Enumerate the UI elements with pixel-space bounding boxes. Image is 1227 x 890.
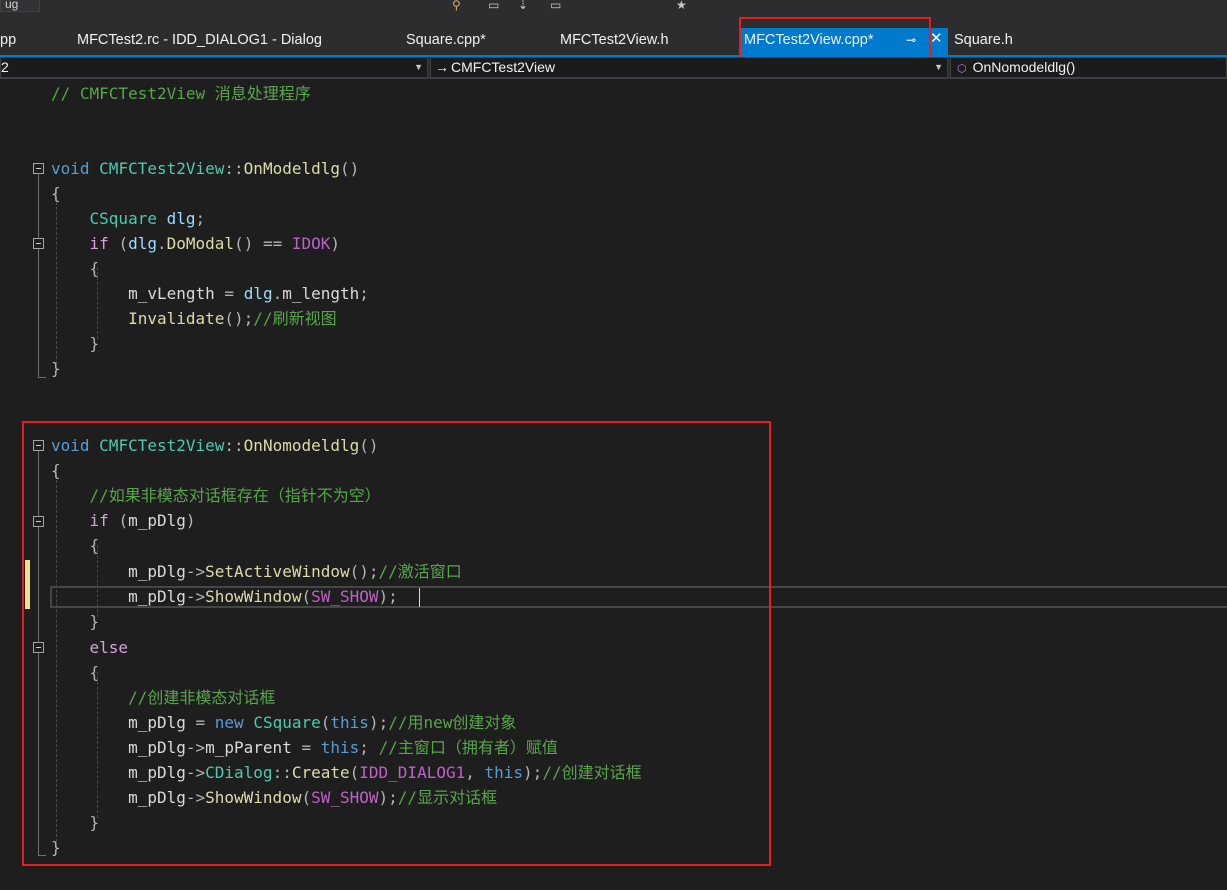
step-icon[interactable]: ⇣ [518,0,528,11]
tab-label: Square.cpp* [406,32,486,48]
code-line: } [51,359,61,378]
chevron-down-icon: ▼ [934,62,943,72]
document-tab-bar: pp MFCTest2.rc - IDD_DIALOG1 - Dialog Sq… [0,20,1227,57]
bookmark-icon[interactable]: ★ [676,0,687,11]
member-label: OnNomodeldlg() [972,59,1076,75]
navigation-bar: 2 ▼ → CMFCTest2View ▼ ⬡ OnNomodeldlg() [0,57,1227,79]
tab-label: pp [0,32,17,48]
project-dropdown[interactable]: 2 ▼ [0,57,428,78]
code-line: { [51,184,61,203]
arrow-right-icon: → [435,59,449,75]
scope-dropdown[interactable]: → CMFCTest2View ▼ [430,57,948,78]
chevron-down-icon: ▼ [414,62,423,72]
tab-square-h[interactable]: Square.h [954,30,1013,57]
tab-label: Square.h [954,32,1013,48]
code-line: } [89,334,100,353]
code-line: m_vLength = dlg.m_length; [128,284,369,303]
code-line: Invalidate();//刷新视图 [128,309,337,328]
code-line: void CMFCTest2View::OnModeldlg() [51,159,360,178]
member-dropdown[interactable]: ⬡ OnNomodeldlg() [950,57,1227,78]
tab-label: MFCTest2View.h [560,32,669,48]
search-icon[interactable]: ⚲ [452,0,461,11]
annotation-box-code [22,421,771,866]
outline-line [38,174,39,378]
collapse-icon[interactable] [33,238,44,249]
code-line: { [89,259,100,278]
toolbar-button-icon[interactable]: ▭ [488,0,499,11]
tab-mfctest2-rc[interactable]: MFCTest2.rc - IDD_DIALOG1 - Dialog [77,30,322,57]
toolbar: ug ⚲ ▭ ⇣ ▭ ★ [0,0,1227,20]
code-line: if (dlg.DoModal() == IDOK) [89,234,341,253]
tab-mfctest2view-h[interactable]: MFCTest2View.h [560,30,669,57]
collapse-icon[interactable] [33,163,44,174]
method-icon: ⬡ [957,63,967,75]
tab-square-cpp[interactable]: Square.cpp* [406,30,486,57]
scope-label: CMFCTest2View [451,59,555,75]
code-line: // CMFCTest2View 消息处理程序 [51,84,311,103]
tab-partial-cpp[interactable]: pp [0,30,16,57]
outline-line [38,377,46,378]
window-icon[interactable]: ▭ [550,0,561,11]
solution-config-combo[interactable]: ug [0,0,40,12]
tab-label: MFCTest2.rc - IDD_DIALOG1 - Dialog [77,32,322,48]
code-line: CSquare dlg; [89,209,206,228]
project-label: 2 [1,59,9,75]
close-icon[interactable]: ✕ [930,27,943,51]
